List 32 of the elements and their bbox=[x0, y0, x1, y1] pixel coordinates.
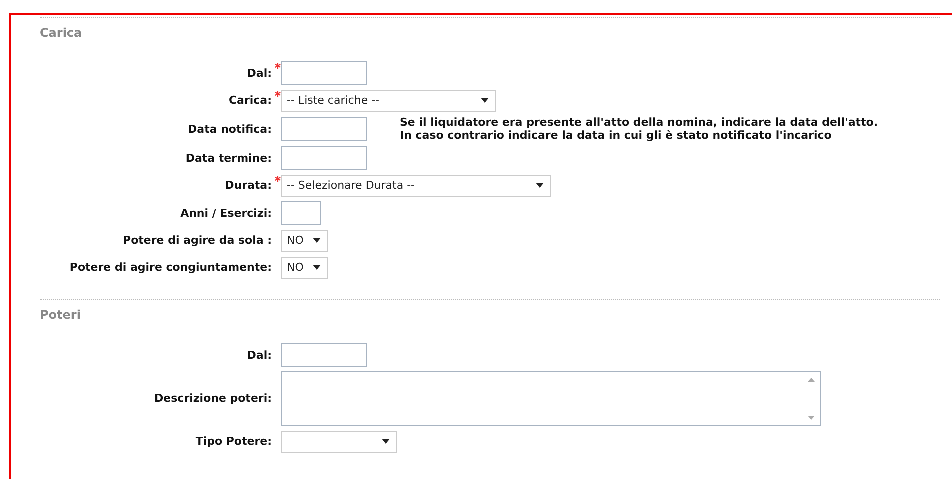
field-label: Potere di agire da sola : bbox=[122, 234, 272, 247]
scroll-up-icon[interactable] bbox=[808, 378, 815, 382]
description-field[interactable] bbox=[281, 371, 821, 426]
date-field[interactable] bbox=[281, 343, 367, 367]
field-label: Data notifica: bbox=[187, 122, 272, 136]
field-label: Tipo Potere: bbox=[194, 435, 272, 448]
number-field[interactable] bbox=[281, 201, 321, 225]
caret-icon bbox=[313, 265, 321, 270]
date-field[interactable] bbox=[281, 61, 367, 85]
caret-icon bbox=[382, 439, 390, 444]
date-field[interactable] bbox=[281, 117, 367, 141]
field-label: Durata: bbox=[224, 179, 272, 192]
field-label: Carica: bbox=[228, 94, 272, 107]
section-title: Carica bbox=[40, 25, 84, 41]
field-label: Potere di agire congiuntamente: bbox=[68, 261, 272, 274]
dropdown[interactable] bbox=[281, 430, 397, 452]
dropdown[interactable]: NO bbox=[281, 230, 328, 252]
caret-icon bbox=[536, 183, 544, 188]
caret-icon bbox=[313, 238, 321, 243]
field-label: Descrizione poteri: bbox=[154, 392, 272, 405]
field-label: Dal: bbox=[246, 66, 272, 80]
scroll-down-icon[interactable] bbox=[808, 416, 815, 420]
dropdown[interactable]: -- Liste cariche -- bbox=[281, 90, 496, 112]
hint-text: Se il liquidatore era presente all'atto della nomina, indicare la data dell'atto. In caso contrario indicare la data in cui gli è stato notificato l'incarico bbox=[400, 116, 878, 142]
date-field[interactable] bbox=[281, 146, 367, 170]
section-title: Poteri bbox=[40, 307, 82, 323]
caret-icon bbox=[481, 98, 489, 103]
field-label: Dal: bbox=[246, 348, 272, 362]
dropdown[interactable]: -- Selezionare Durata -- bbox=[281, 174, 551, 196]
dropdown[interactable]: NO bbox=[281, 256, 328, 278]
field-label: Anni / Esercizi: bbox=[180, 206, 272, 220]
field-label: Data termine: bbox=[184, 152, 272, 164]
